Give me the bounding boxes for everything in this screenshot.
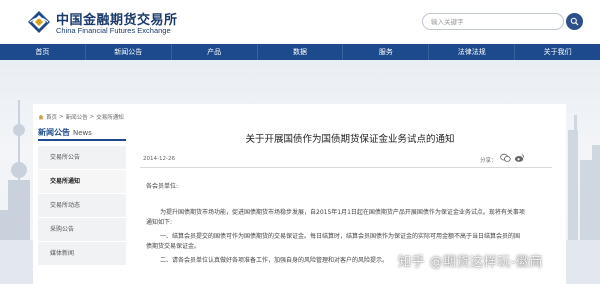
sidebar-title-cn: 新闻公告 — [38, 128, 70, 137]
sidebar-item-exchange-notices[interactable]: 交易所通知 — [38, 170, 126, 193]
sidebar: 交易所公告 交易所通知 交易所动态 采购公告 媒体新闻 — [38, 146, 126, 266]
breadcrumb: 首页 > 新闻公告 > 交易所通知 — [38, 113, 124, 121]
sidebar-item-procurement[interactable]: 采购公告 — [38, 218, 126, 241]
search-input[interactable] — [422, 13, 564, 30]
article-paragraph: 一、结算会员提交的国债可作为国债期货的交易保证金。每日结算时，结算会员国债作为保… — [160, 233, 521, 240]
breadcrumb-news[interactable]: 新闻公告 — [66, 113, 88, 121]
search-icon — [570, 17, 579, 26]
sidebar-title: 新闻公告 News — [38, 127, 126, 141]
breadcrumb-home[interactable]: 首页 — [46, 113, 57, 121]
nav-item-services[interactable]: 服务 — [343, 44, 430, 60]
sidebar-item-media-news[interactable]: 媒体新闻 — [38, 242, 126, 265]
breadcrumb-separator: > — [89, 114, 95, 120]
home-icon — [38, 114, 44, 120]
share-label: 分享： — [480, 158, 497, 164]
watermark-text: 知乎 @期货这样玩-徽商 — [398, 255, 543, 270]
article-greeting: 各会员单位: — [146, 183, 179, 190]
site-header: 中国金融期货交易所 China Financial Futures Exchan… — [0, 0, 600, 44]
article-paragraph: 债期货交易保证金。 — [146, 243, 201, 250]
search-button[interactable] — [566, 13, 583, 30]
article-title: 关于开展国债作为国债期货保证金业务试点的通知 — [245, 134, 455, 145]
nav-item-about[interactable]: 关于我们 — [515, 44, 600, 60]
main-nav: 首页 新闻公告 产品 数据 服务 法律法规 关于我们 — [0, 44, 600, 60]
weibo-share-icon[interactable] — [514, 153, 525, 163]
logo-title-en[interactable]: China Financial Futures Exchange — [56, 26, 171, 35]
nav-item-data[interactable]: 数据 — [258, 44, 344, 60]
article-paragraph: 二、请各会员单位认真做好各项准备工作，加强自身的风险管理和对客户的风险提示。 — [160, 257, 389, 264]
article-date: 2014-12-26 — [143, 156, 175, 162]
wechat-share-icon[interactable] — [500, 153, 511, 163]
article-paragraph: 通知如下: — [146, 219, 173, 226]
zhihu-watermark: 知乎 @期货这样玩-徽商 — [398, 251, 543, 270]
article-paragraph: 为提升国债期货市场功能，促进国债期货市场稳步发展，自2015年1月1日起在国债期… — [160, 209, 525, 216]
article-meta: 2014-12-26 分享： — [140, 150, 552, 168]
nav-item-products[interactable]: 产品 — [172, 44, 258, 60]
breadcrumb-current: 交易所通知 — [96, 115, 124, 121]
sidebar-item-exchange-announcements[interactable]: 交易所公告 — [38, 146, 126, 169]
sidebar-item-exchange-news[interactable]: 交易所动态 — [38, 194, 126, 217]
nav-item-laws[interactable]: 法律法规 — [429, 44, 516, 60]
nav-item-home[interactable]: 首页 — [0, 44, 86, 60]
nav-item-news[interactable]: 新闻公告 — [86, 44, 172, 60]
cffex-logo-icon[interactable] — [27, 10, 51, 34]
sidebar-title-en: News — [73, 129, 92, 137]
breadcrumb-separator: > — [59, 114, 64, 120]
